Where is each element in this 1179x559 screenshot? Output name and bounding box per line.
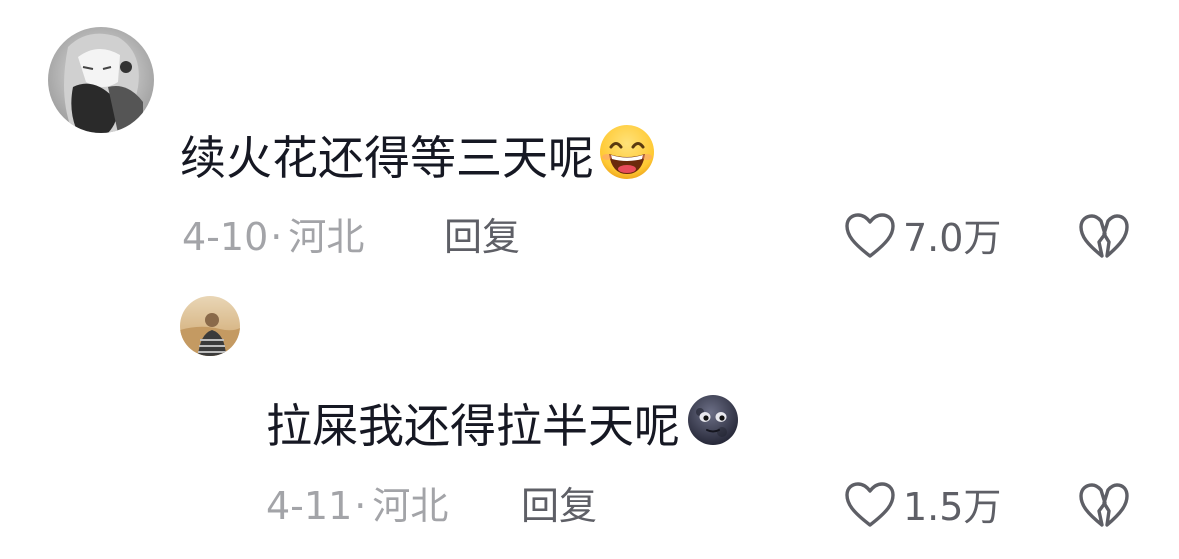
avatar[interactable] — [48, 27, 154, 133]
comment-text: 续火花还得等三天呢 — [180, 131, 594, 185]
grinning-squinting-face-icon — [596, 124, 658, 192]
dislike-button[interactable] — [1077, 481, 1131, 535]
comment-meta: 4-11· 河北 — [266, 482, 448, 530]
meta-separator: · — [270, 215, 283, 259]
like-count: 7.0万 — [903, 216, 1002, 260]
comment-location: 河北 — [288, 215, 365, 259]
comment-text-row: 续火花还得等三天呢 — [180, 124, 658, 192]
like-button[interactable]: 7.0万 — [843, 211, 1001, 265]
avatar[interactable] — [180, 296, 240, 356]
comment-text: 拉屎我还得拉半天呢 — [266, 399, 680, 453]
broken-heart-icon — [1077, 483, 1131, 535]
comment-date: 4-11 — [266, 484, 353, 528]
reply-button[interactable]: 回复 — [444, 213, 520, 261]
reply-button[interactable]: 回复 — [521, 482, 597, 530]
comment-text-row: 拉屎我还得拉半天呢 — [266, 392, 744, 460]
comment-meta: 4-10· 河北 — [182, 213, 364, 261]
heart-outline-icon — [843, 211, 897, 265]
like-button[interactable]: 1.5万 — [843, 480, 1001, 534]
dislike-button[interactable] — [1077, 212, 1131, 266]
avatar-image — [48, 27, 154, 133]
comment-location: 河北 — [372, 484, 449, 528]
broken-heart-icon — [1077, 214, 1131, 266]
comment-date: 4-10 — [182, 215, 269, 259]
avatar-image — [180, 296, 240, 356]
like-count: 1.5万 — [903, 485, 1002, 529]
new-moon-face-icon — [682, 392, 744, 460]
heart-outline-icon — [843, 480, 897, 534]
meta-separator: · — [354, 484, 367, 528]
